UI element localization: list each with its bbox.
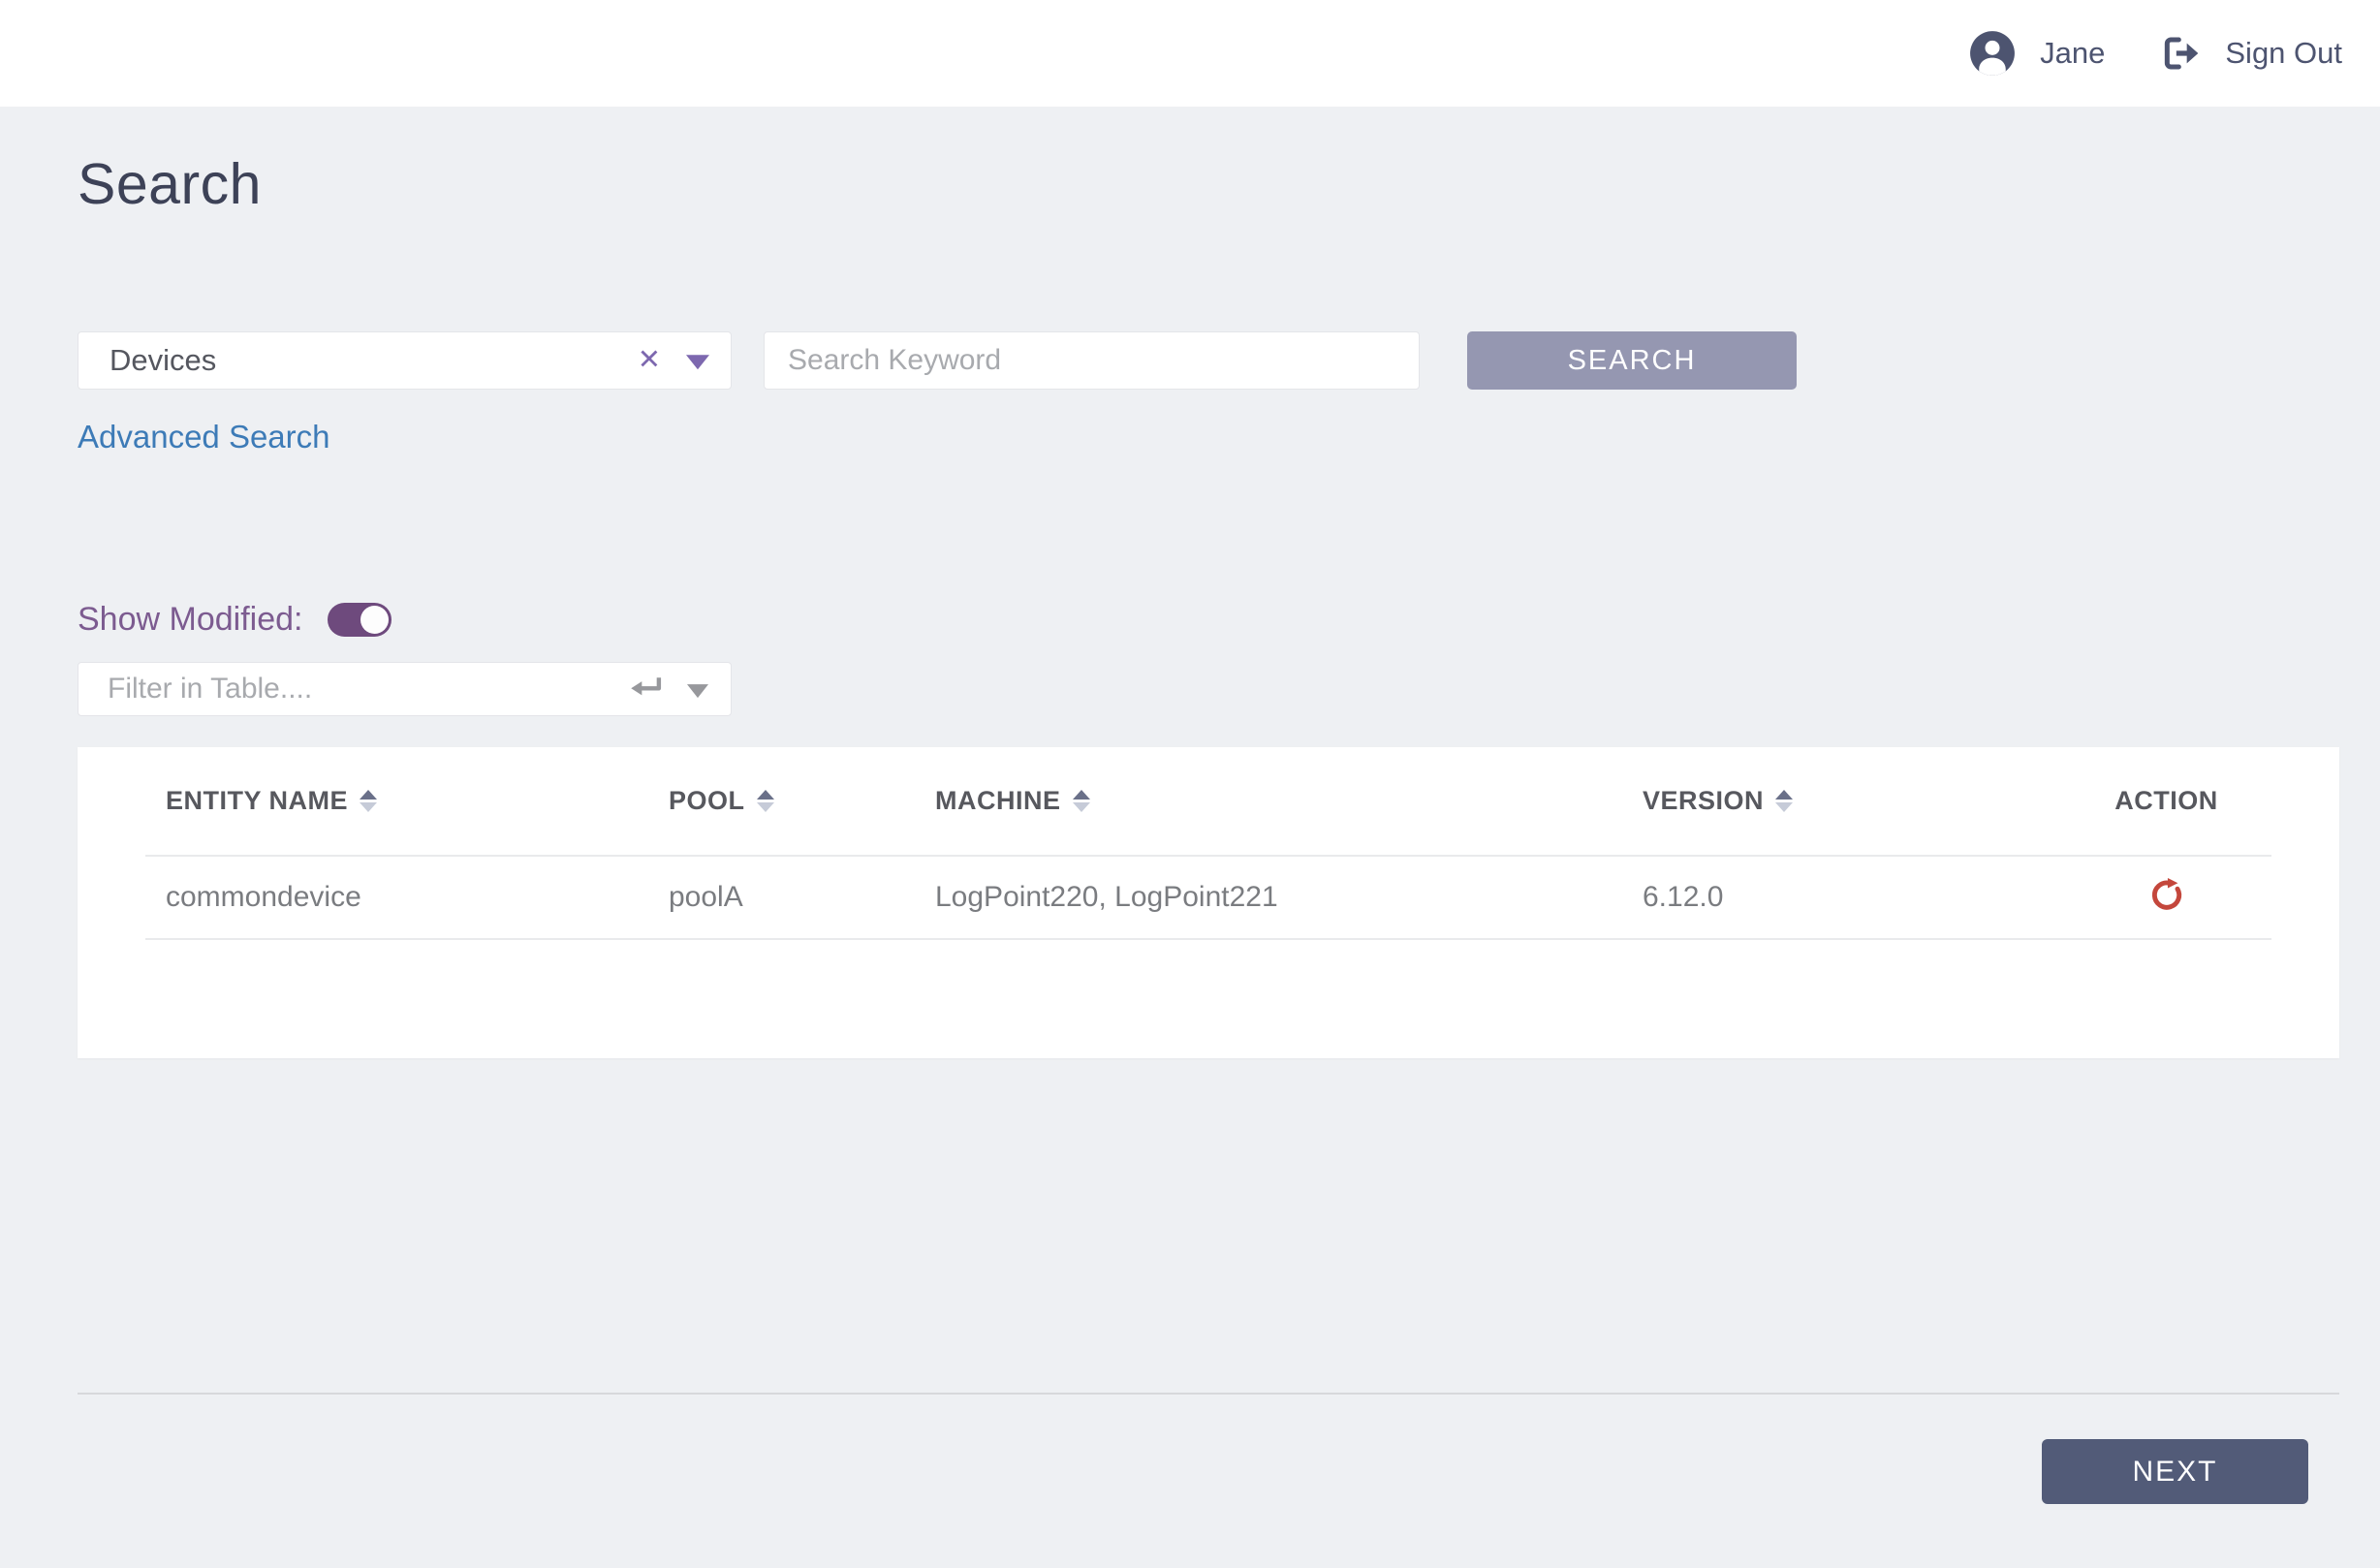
search-keyword-input[interactable] — [764, 331, 1420, 390]
cell-version: 6.12.0 — [1622, 856, 2061, 939]
sort-up-down-icon[interactable] — [1775, 790, 1793, 812]
clear-selection-icon[interactable]: ✕ — [638, 347, 661, 375]
search-controls: Devices ✕ SEARCH — [78, 331, 2339, 390]
column-header-action: ACTION — [2061, 747, 2271, 856]
sign-out-label: Sign Out — [2225, 36, 2342, 71]
show-modified-toggle[interactable] — [328, 603, 391, 637]
caret-down-icon[interactable] — [686, 355, 709, 369]
top-bar: Jane Sign Out — [0, 0, 2380, 107]
next-button[interactable]: NEXT — [2042, 1439, 2308, 1504]
main-content: Search Devices ✕ SEARCH Advanced Search … — [0, 151, 2380, 1504]
search-page: Jane Sign Out Search Devices ✕ SEARCH Ad… — [0, 0, 2380, 1568]
footer-row: NEXT — [78, 1395, 2339, 1504]
filter-wrap — [78, 662, 732, 716]
filter-caret-down-icon[interactable] — [687, 684, 708, 698]
sign-out-icon — [2161, 34, 2200, 73]
entity-type-value: Devices — [110, 343, 216, 378]
show-modified-row: Show Modified: — [78, 601, 2339, 639]
advanced-search-link[interactable]: Advanced Search — [78, 419, 330, 455]
page-title: Search — [78, 151, 2339, 217]
redo-icon — [2148, 875, 2185, 912]
results-card: ENTITY NAME POOL MACHINE — [78, 747, 2339, 1058]
column-header-version[interactable]: VERSION — [1622, 747, 2061, 856]
column-header-entity-name[interactable]: ENTITY NAME — [145, 747, 648, 856]
cell-entity-name: commondevice — [145, 856, 648, 939]
column-header-machine[interactable]: MACHINE — [915, 747, 1622, 856]
cell-pool: poolA — [648, 856, 915, 939]
user-avatar-icon — [1968, 29, 2017, 78]
cell-machine: LogPoint220, LogPoint221 — [915, 856, 1622, 939]
sign-out-button[interactable]: Sign Out — [2161, 34, 2342, 73]
table-row: commondevice poolA LogPoint220, LogPoint… — [145, 856, 2271, 939]
table-header-row: ENTITY NAME POOL MACHINE — [145, 747, 2271, 856]
sort-up-down-icon[interactable] — [360, 790, 377, 812]
column-header-pool[interactable]: POOL — [648, 747, 915, 856]
enter-return-icon[interactable] — [627, 673, 664, 706]
toggle-knob — [360, 606, 389, 634]
user-name: Jane — [2040, 36, 2105, 71]
search-button[interactable]: SEARCH — [1467, 331, 1797, 390]
redo-action-button[interactable] — [2148, 875, 2185, 912]
entity-type-select[interactable]: Devices ✕ — [78, 331, 732, 390]
sort-up-down-icon[interactable] — [757, 790, 774, 812]
user-chip[interactable]: Jane — [1968, 29, 2105, 78]
sort-up-down-icon[interactable] — [1073, 790, 1090, 812]
show-modified-label: Show Modified: — [78, 601, 302, 639]
results-table: ENTITY NAME POOL MACHINE — [145, 747, 2271, 940]
